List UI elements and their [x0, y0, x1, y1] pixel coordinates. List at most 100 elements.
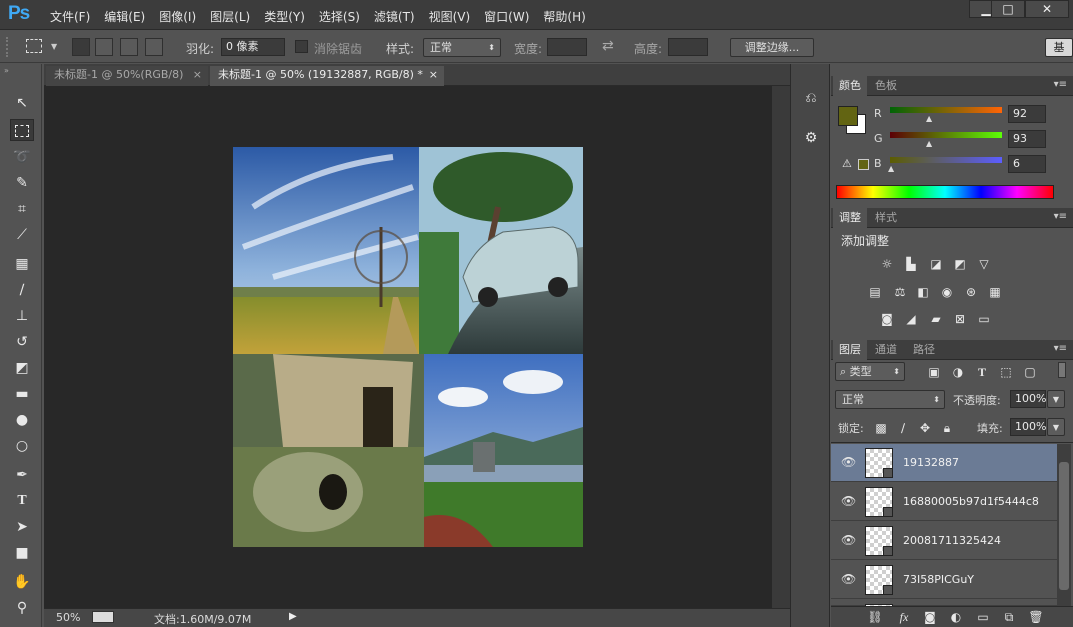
filter-adjustment-icon[interactable]: ◑	[949, 364, 967, 380]
history-brush-tool-icon[interactable]: ↺	[10, 331, 34, 353]
layer-row[interactable]: 👁︎ 73I58PICGuY	[831, 561, 1057, 599]
new-adjustment-layer-icon[interactable]: ◐	[947, 609, 965, 625]
add-mask-icon[interactable]: ◙	[921, 609, 939, 625]
style-select[interactable]: 正常 ⬍	[423, 38, 501, 57]
tab-untitled-1-active[interactable]: 未标题-1 @ 50% (19132887, RGB/8) * ×	[210, 66, 444, 86]
slider-r-thumb-icon[interactable]: ▲	[926, 114, 932, 123]
tab-channels[interactable]: 通道	[869, 340, 903, 360]
healing-brush-tool-icon[interactable]: ▦	[10, 253, 34, 275]
zoom-level[interactable]: 50%	[56, 611, 80, 624]
subtract-selection-icon[interactable]	[120, 38, 138, 56]
filter-smart-object-icon[interactable]: ▢	[1021, 364, 1039, 380]
tab-layers[interactable]: 图层	[833, 340, 867, 360]
lock-position-icon[interactable]: ✥	[916, 420, 934, 436]
pen-tool-icon[interactable]: ✒	[10, 464, 34, 486]
color-lookup-icon[interactable]: ▦	[986, 284, 1004, 300]
type-tool-icon[interactable]: T	[10, 490, 34, 512]
filter-shape-icon[interactable]: ⬚	[997, 364, 1015, 380]
levels-icon[interactable]: ▙	[902, 256, 920, 272]
panel-menu-icon[interactable]: ▾≡	[1054, 79, 1067, 90]
layer-effects-icon[interactable]: fx	[895, 609, 913, 625]
path-select-tool-icon[interactable]: ➤	[10, 516, 34, 538]
menu-view[interactable]: 视图(V)	[429, 8, 471, 25]
tab-adjustments[interactable]: 调整	[833, 208, 867, 228]
visibility-eye-icon[interactable]: 👁︎	[841, 455, 856, 469]
b-value-input[interactable]: 6	[1008, 155, 1046, 173]
history-panel-icon[interactable]: ⎌	[801, 90, 821, 110]
height-input[interactable]	[668, 38, 708, 56]
tab-swatches[interactable]: 色板	[869, 76, 903, 96]
invert-icon[interactable]: ◙	[878, 311, 896, 327]
tab-close-icon[interactable]: ×	[429, 66, 438, 84]
fill-dropdown-icon[interactable]: ▼	[1047, 418, 1065, 436]
filter-pixel-icon[interactable]: ▣	[925, 364, 943, 380]
fill-input[interactable]: 100%	[1010, 418, 1046, 436]
gradient-tool-icon[interactable]: ▬	[10, 383, 34, 405]
eyedropper-tool-icon[interactable]: ⟋	[10, 224, 34, 246]
menu-image[interactable]: 图像(I)	[159, 8, 196, 25]
maximize-button[interactable]: □	[991, 0, 1025, 18]
exposure-icon[interactable]: ◩	[951, 256, 969, 272]
color-spectrum-bar[interactable]	[836, 185, 1054, 199]
foreground-color-swatch[interactable]	[838, 106, 858, 126]
slider-b-track[interactable]	[890, 157, 1002, 163]
marquee-tool-preset-icon[interactable]	[26, 39, 42, 53]
color-balance-icon[interactable]: ⚖	[891, 284, 909, 300]
slider-g-track[interactable]	[890, 132, 1002, 138]
close-button[interactable]: ✕	[1025, 0, 1069, 18]
layer-row[interactable]: 👁︎ 19132887	[831, 444, 1057, 482]
layer-filter-select[interactable]: ⌕ 类型 ⬍	[835, 362, 905, 381]
hue-saturation-icon[interactable]: ▤	[866, 284, 884, 300]
layers-scrollbar[interactable]	[1057, 444, 1071, 606]
curves-icon[interactable]: ◪	[927, 256, 945, 272]
hand-tool-icon[interactable]: ✋	[10, 571, 34, 593]
collapse-tools-icon[interactable]: »	[4, 66, 9, 75]
lock-pixels-icon[interactable]: ∕	[894, 420, 912, 436]
tab-styles[interactable]: 样式	[869, 208, 903, 228]
crop-tool-icon[interactable]: ⌗	[10, 198, 34, 220]
properties-panel-icon[interactable]: ⚙	[801, 130, 821, 150]
document-canvas[interactable]	[233, 147, 583, 547]
slider-g-thumb-icon[interactable]: ▲	[926, 139, 932, 148]
blur-tool-icon[interactable]: ●	[10, 409, 34, 431]
status-info-icon[interactable]	[92, 611, 114, 623]
menu-file[interactable]: 文件(F)	[50, 8, 90, 25]
menu-window[interactable]: 窗口(W)	[484, 8, 529, 25]
feather-input[interactable]: 0 像素	[221, 38, 285, 56]
layers-scrollbar-thumb[interactable]	[1059, 462, 1069, 590]
new-layer-icon[interactable]: ⧉	[1000, 609, 1018, 625]
dodge-tool-icon[interactable]: ○	[10, 435, 34, 457]
new-selection-icon[interactable]	[72, 38, 90, 56]
blend-mode-select[interactable]: 正常 ⬍	[835, 390, 945, 409]
delete-layer-icon[interactable]: 🗑︎	[1027, 609, 1045, 625]
threshold-icon[interactable]: ▰	[927, 311, 945, 327]
intersect-selection-icon[interactable]	[145, 38, 163, 56]
menu-edit[interactable]: 编辑(E)	[104, 8, 145, 25]
g-value-input[interactable]: 93	[1008, 130, 1046, 148]
preset-dropdown-icon[interactable]: ▼	[51, 42, 57, 51]
swap-dimensions-icon[interactable]: ⇄	[602, 38, 614, 54]
brightness-contrast-icon[interactable]: ☼	[878, 256, 896, 272]
rect-marquee-tool-icon[interactable]	[10, 119, 34, 141]
panel-menu-icon[interactable]: ▾≡	[1054, 211, 1067, 222]
new-group-icon[interactable]: ▭	[974, 609, 992, 625]
visibility-eye-icon[interactable]: 👁︎	[841, 533, 856, 547]
channel-mixer-icon[interactable]: ⊛	[962, 284, 980, 300]
clone-stamp-tool-icon[interactable]: ⊥	[10, 305, 34, 327]
link-layers-icon[interactable]: ⛓	[866, 609, 884, 625]
layer-row[interactable]: 👁︎ 16880005b97d1f5444c8	[831, 483, 1057, 521]
tab-close-icon[interactable]: ×	[193, 66, 202, 84]
tab-paths[interactable]: 路径	[907, 340, 941, 360]
opacity-input[interactable]: 100%	[1010, 390, 1046, 408]
layer-row[interactable]: 👁︎ 20081711325424	[831, 522, 1057, 560]
antialias-checkbox[interactable]	[295, 40, 308, 53]
menu-layer[interactable]: 图层(L)	[210, 8, 250, 25]
quick-select-tool-icon[interactable]: ✎	[10, 172, 34, 194]
visibility-eye-icon[interactable]: 👁︎	[841, 494, 856, 508]
posterize-icon[interactable]: ◢	[902, 311, 920, 327]
vertical-scrollbar[interactable]	[772, 86, 790, 608]
gradient-map-icon[interactable]: ▭	[975, 311, 993, 327]
menu-help[interactable]: 帮助(H)	[543, 8, 585, 25]
zoom-tool-icon[interactable]: ⚲	[10, 597, 34, 619]
selective-color-icon[interactable]: ⊠	[951, 311, 969, 327]
